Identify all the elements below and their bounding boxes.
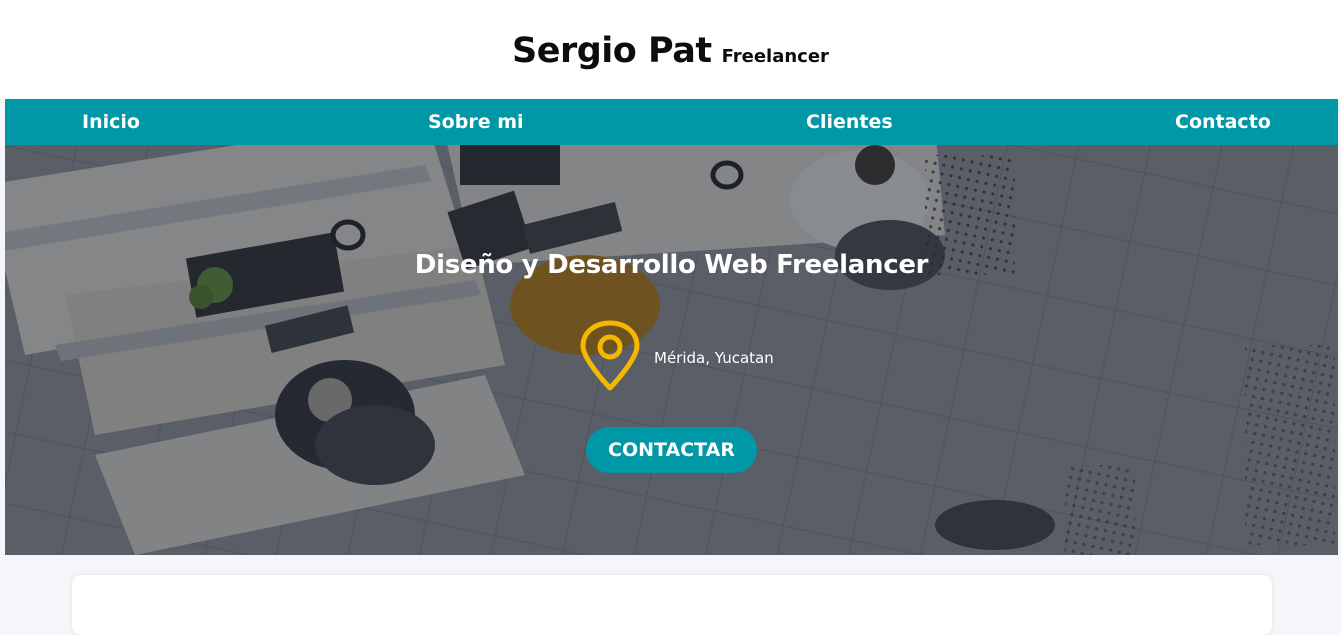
nav-item-clientes[interactable]: Clientes bbox=[806, 99, 893, 145]
brand-name: Sergio Pat bbox=[512, 31, 712, 71]
nav-item-inicio[interactable]: Inicio bbox=[82, 99, 140, 145]
header-spacer bbox=[0, 78, 1341, 99]
map-pin-icon bbox=[580, 320, 640, 391]
nav-item-sobre-mi[interactable]: Sobre mi bbox=[428, 99, 524, 145]
hero-section: Diseño y Desarrollo Web Freelancer Mérid… bbox=[5, 145, 1338, 555]
brand[interactable]: Sergio Pat Freelancer bbox=[512, 34, 829, 69]
site-header: Sergio Pat Freelancer bbox=[0, 0, 1341, 78]
content-card bbox=[72, 575, 1272, 635]
brand-tagline: Freelancer bbox=[721, 46, 829, 67]
contact-button[interactable]: CONTACTAR bbox=[586, 427, 757, 473]
main-nav: Inicio Sobre mi Clientes Contacto bbox=[5, 99, 1338, 145]
nav-item-contacto[interactable]: Contacto bbox=[1175, 99, 1271, 145]
location-text: Mérida, Yucatan bbox=[654, 349, 774, 367]
hero-title: Diseño y Desarrollo Web Freelancer bbox=[414, 250, 929, 280]
location: Mérida, Yucatan bbox=[577, 320, 774, 392]
